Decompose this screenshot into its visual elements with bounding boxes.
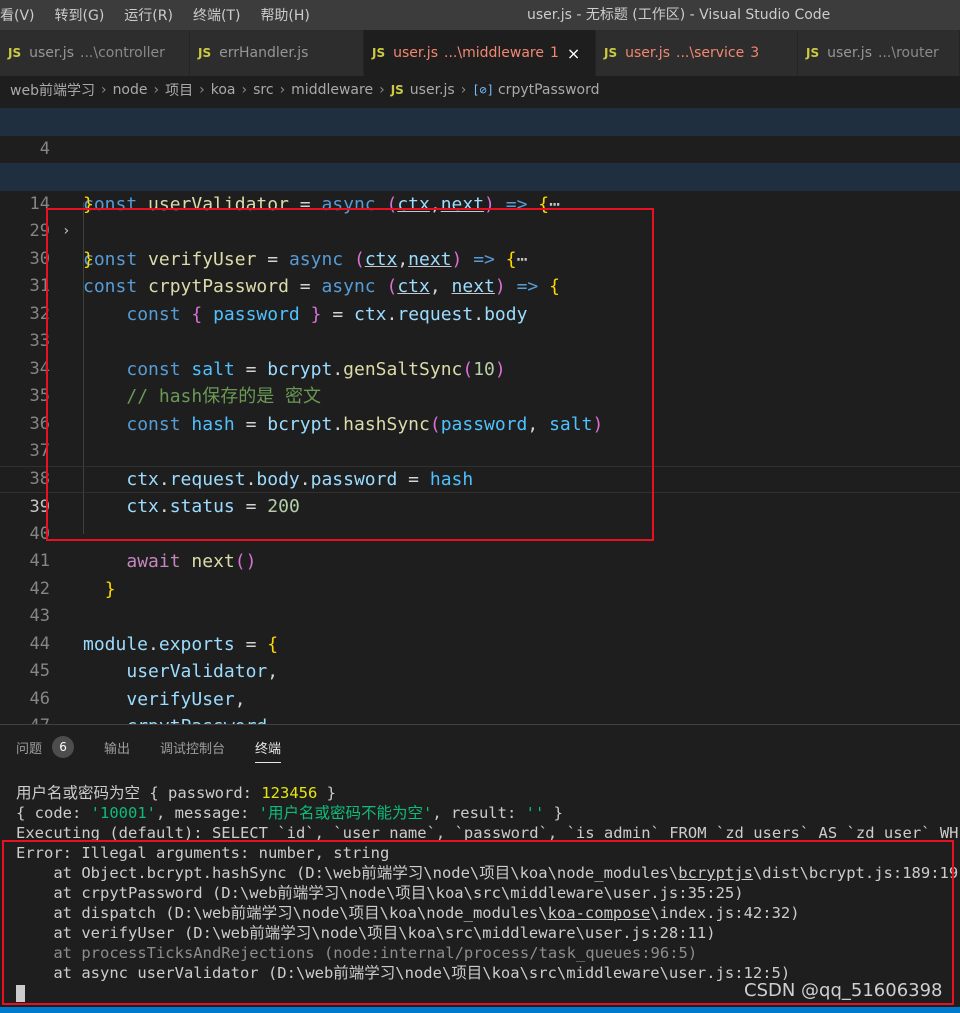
breadcrumb-item[interactable]: node — [113, 82, 148, 98]
breadcrumb-item[interactable]: koa — [211, 82, 236, 98]
tab-name: user.js — [827, 45, 872, 61]
tab-problem-count: 3 — [750, 45, 760, 61]
tab-name: user.js — [29, 45, 74, 61]
chevron-right-icon: › — [241, 82, 248, 98]
code-line[interactable]: 14 › const verifyUser = async (ctx,next)… — [0, 163, 960, 270]
code-line[interactable]: 30 const crpytPassword = async (ctx, nex… — [0, 218, 960, 298]
code-line[interactable]: 36 — [0, 383, 960, 434]
js-file-icon: JS — [604, 46, 618, 60]
js-file-icon: JS — [806, 46, 820, 60]
code-line[interactable]: 35 const hash = bcrypt.hashSync(password… — [0, 356, 960, 435]
code-line[interactable]: 46 crpytPassword — [0, 658, 960, 738]
tab-path: ...\middleware — [444, 45, 544, 61]
terminal-line: at verifyUser (D:\web前端学习\node\项目\koa\sr… — [16, 924, 716, 942]
tab-user-service[interactable]: JS user.js ...\service 3 — [596, 30, 798, 76]
breadcrumb-item[interactable]: src — [253, 82, 273, 98]
code-line[interactable]: 33 const salt = bcrypt.genSaltSync(10) — [0, 301, 960, 380]
code-line[interactable]: 32 — [0, 273, 960, 324]
breadcrumb-item[interactable]: web前端学习 — [10, 80, 95, 100]
chevron-right-icon: › — [279, 82, 286, 98]
terminal-cursor — [16, 985, 25, 1002]
code-line[interactable]: 4 › const userValidator = async (ctx,nex… — [0, 108, 960, 215]
tab-errhandler[interactable]: JS errHandler.js — [190, 30, 364, 76]
code-line[interactable]: 34 // hash保存的是 密文 — [0, 328, 960, 408]
menu-view[interactable]: 看(V) — [0, 5, 45, 25]
code-editor[interactable]: 4 › const userValidator = async (ctx,nex… — [0, 106, 960, 765]
terminal-line: at crpytPassword (D:\web前端学习\node\项目\koa… — [16, 884, 744, 902]
variable-symbol-icon: [⊘] — [472, 83, 494, 97]
code-line[interactable]: 29 } — [0, 191, 960, 270]
tab-name: user.js — [625, 45, 670, 61]
terminal-line: 用户名或密码为空 { password: 123456 } — [16, 784, 336, 802]
chevron-right-icon: › — [460, 82, 467, 98]
code-line[interactable]: 45 verifyUser, — [0, 631, 960, 710]
current-code-line[interactable]: 39 — [0, 465, 960, 517]
tab-path: ...\service — [676, 45, 745, 61]
window-title: user.js - 无标题 (工作区) - Visual Studio Code — [527, 7, 831, 23]
tab-user-middleware[interactable]: JS user.js ...\middleware 1 × — [364, 30, 596, 76]
menu-run[interactable]: 运行(R) — [114, 5, 183, 25]
problems-count-badge: 6 — [52, 736, 75, 758]
code-line[interactable]: 31 const { password } = ctx.request.body — [0, 246, 960, 325]
tab-problem-count: 1 — [549, 45, 559, 61]
breadcrumb-symbol[interactable]: crpytPassword — [498, 82, 600, 98]
chevron-right-icon: › — [153, 82, 160, 98]
terminal-line: at processTicksAndRejections (node:inter… — [16, 944, 698, 962]
editor-tabs: JS user.js ...\controller JS errHandler.… — [0, 30, 960, 76]
panel-tabs: 问题 6 输出 调试控制台 终端 — [0, 725, 295, 769]
menu-help[interactable]: 帮助(H) — [250, 5, 319, 25]
breadcrumb: web前端学习 › node › 项目 › koa › src › middleware ›… — [0, 76, 960, 104]
code-line[interactable]: 44 userValidator, — [0, 603, 960, 683]
chevron-right-icon: › — [199, 82, 205, 98]
code-line[interactable]: 41 } — [0, 521, 960, 600]
close-icon[interactable]: × — [567, 44, 580, 63]
code-line[interactable]: 43 module.exports = { — [0, 576, 960, 655]
terminal-line: at Object.bcrypt.hashSync (D:\web前端学习\no… — [16, 864, 960, 882]
menu-terminal[interactable]: 终端(T) — [183, 5, 250, 25]
terminal-output[interactable]: 用户名或密码为空 { password: 123456 } { code: '1… — [16, 783, 960, 1003]
tab-path: ...\router — [878, 45, 939, 61]
title-bar: 看(V) 转到(G) 运行(R) 终端(T) 帮助(H) user.js - 无… — [0, 0, 960, 30]
menu-bar: 看(V) 转到(G) 运行(R) 终端(T) 帮助(H) — [0, 0, 320, 30]
terminal-line: Error: Illegal arguments: number, string — [16, 844, 390, 862]
js-file-icon: JS — [390, 83, 404, 97]
tab-output[interactable]: 输出 — [104, 725, 130, 769]
tab-user-controller[interactable]: JS user.js ...\controller — [0, 30, 190, 76]
code-line[interactable]: 38 ctx.status = 200 — [0, 438, 960, 518]
js-file-icon: JS — [372, 46, 386, 60]
code-line[interactable]: 13 } — [0, 136, 960, 215]
tab-user-router[interactable]: JS user.js ...\router — [798, 30, 960, 76]
status-bar — [0, 1007, 960, 1013]
code-line[interactable]: 42 — [0, 548, 960, 599]
menu-goto[interactable]: 转到(G) — [45, 5, 115, 25]
js-file-icon: JS — [8, 46, 22, 60]
watermark: CSDN @qq_51606398 — [744, 980, 943, 1001]
code-line[interactable]: 40 await next() — [0, 493, 960, 573]
breadcrumb-item[interactable]: middleware — [291, 82, 373, 98]
bottom-panel: 问题 6 输出 调试控制台 终端 用户名或密码为空 { password: 12… — [0, 724, 960, 1013]
terminal-line: { code: '10001', message: '用户名或密码不能为空', … — [16, 804, 563, 822]
chevron-right-icon: › — [379, 82, 385, 98]
code-line[interactable]: 37 ctx.request.body.password = hash — [0, 411, 960, 490]
tab-debug-console[interactable]: 调试控制台 — [160, 725, 225, 769]
breadcrumb-file[interactable]: user.js — [410, 82, 455, 98]
tab-path: ...\controller — [80, 45, 165, 61]
tab-terminal[interactable]: 终端 — [255, 725, 282, 769]
chevron-right-icon: › — [100, 82, 107, 98]
terminal-line: Executing (default): SELECT `id`, `user_… — [16, 824, 960, 842]
terminal-line: at dispatch (D:\web前端学习\node\项目\koa\node… — [16, 904, 800, 922]
tab-problems[interactable]: 问题 6 — [16, 725, 75, 769]
tab-name: errHandler.js — [219, 45, 309, 61]
tab-name: user.js — [393, 45, 438, 61]
breadcrumb-item[interactable]: 项目 — [165, 80, 193, 100]
code-line[interactable]: 47 } — [0, 686, 960, 765]
js-file-icon: JS — [198, 46, 212, 60]
